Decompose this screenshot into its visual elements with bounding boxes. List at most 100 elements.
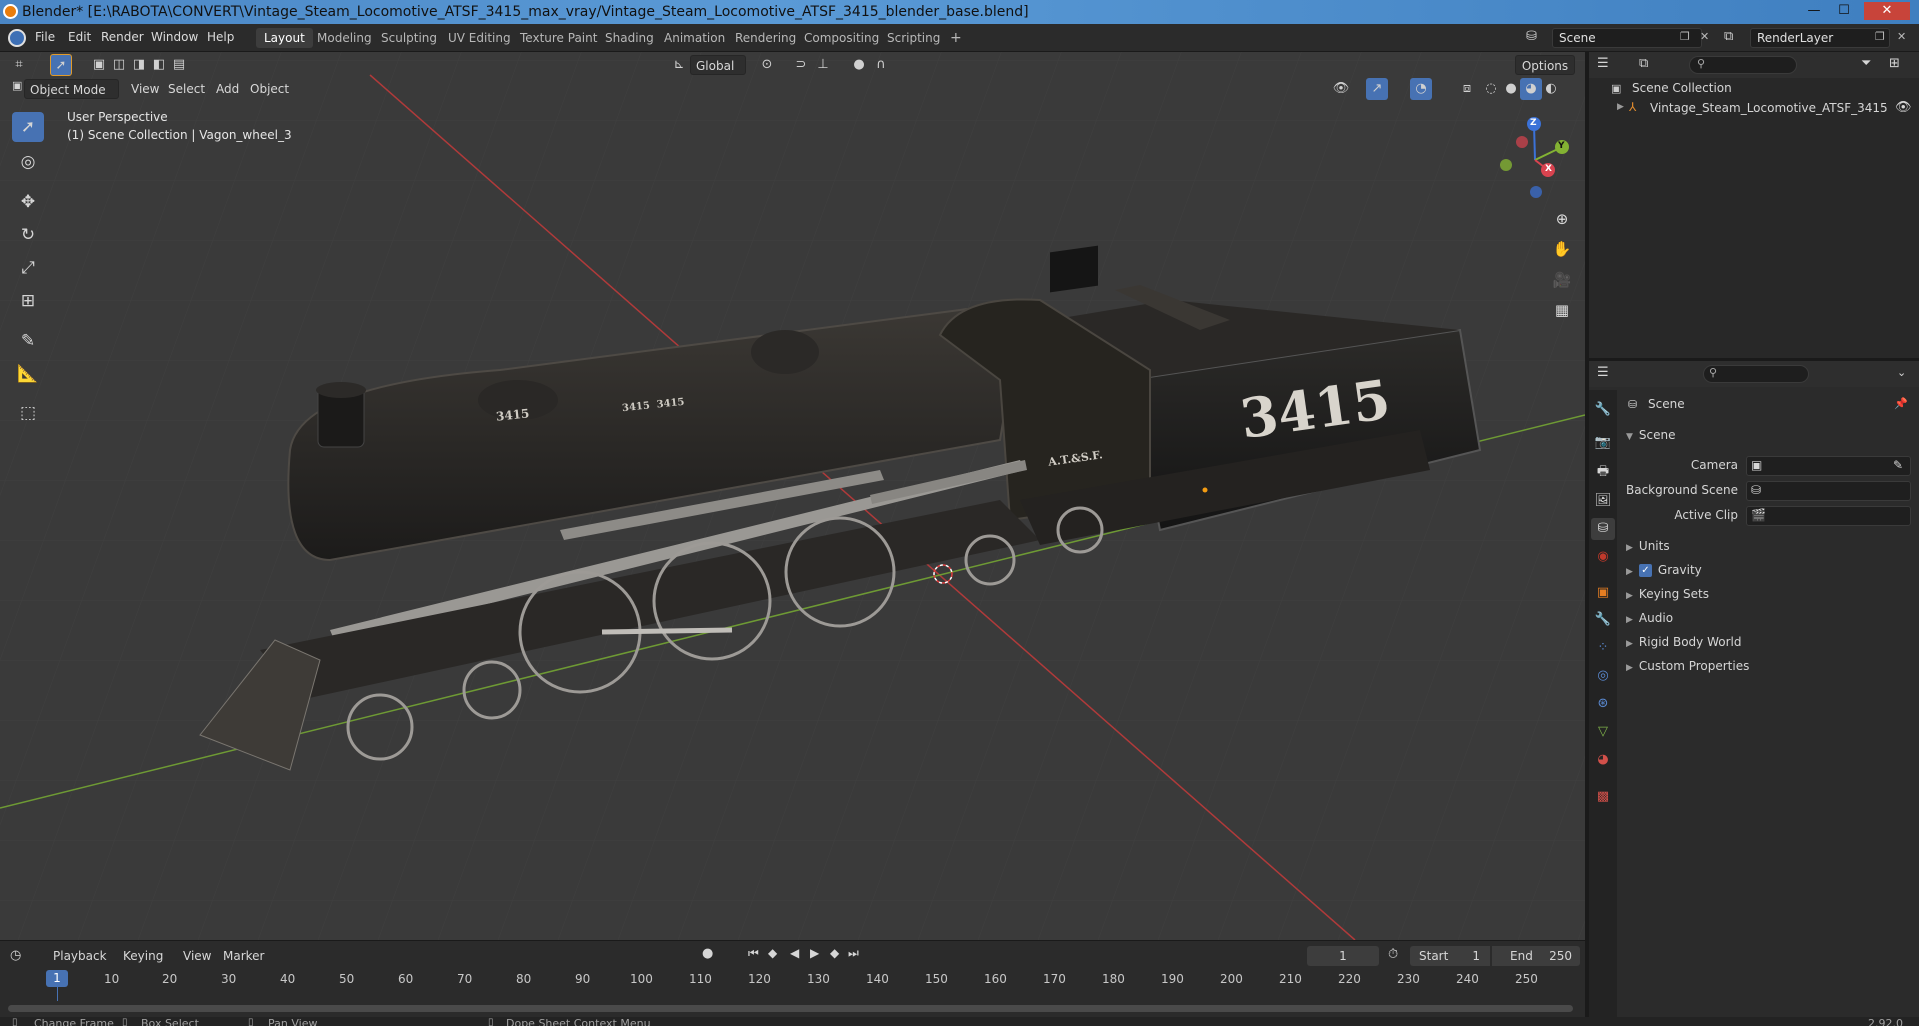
constraints-tab-icon[interactable]: ⊛ (1591, 693, 1615, 715)
menu-edit[interactable]: Edit (68, 30, 91, 44)
new-scene-icon[interactable]: ❐ (1680, 30, 1690, 43)
object-tab-icon[interactable]: ▣ (1591, 582, 1615, 604)
scale-tool-icon[interactable]: ⤢ (12, 253, 44, 283)
move-tool-icon[interactable]: ✥ (12, 187, 44, 217)
editor-type-icon[interactable]: ⌗ (8, 54, 30, 76)
jump-end-icon[interactable]: ⏭ (848, 946, 859, 961)
tab-sculpting[interactable]: Sculpting (373, 28, 445, 48)
current-frame-field[interactable]: 1 (1307, 946, 1379, 966)
transform-orientation-dropdown[interactable]: Global (690, 55, 746, 75)
scene-collection-label[interactable]: Scene Collection (1632, 81, 1732, 95)
tab-compositing[interactable]: Compositing (796, 28, 887, 48)
shading-solid-icon[interactable]: ● (1500, 78, 1522, 100)
tab-texture-paint[interactable]: Texture Paint (512, 28, 605, 48)
view-layer-icon[interactable]: ⧉ (1724, 29, 1733, 44)
proportional-edit-icon[interactable]: ● (848, 54, 870, 76)
shading-material-icon[interactable]: ◕ (1520, 78, 1542, 100)
menu-window[interactable]: Window (151, 30, 198, 44)
camera-view-icon[interactable]: 🎥 (1548, 266, 1576, 294)
options-dropdown[interactable]: Options (1515, 55, 1575, 75)
data-tab-icon[interactable]: ▽ (1591, 721, 1615, 743)
outliner-item[interactable]: Vintage_Steam_Locomotive_ATSF_3415 (1650, 101, 1888, 115)
rigid-body-world-panel[interactable]: ▶ Rigid Body World (1626, 635, 1741, 649)
tab-rendering[interactable]: Rendering (727, 28, 804, 48)
new-layer-icon[interactable]: ❐ (1875, 30, 1885, 43)
select-mode-invert-icon[interactable]: ◧ (148, 54, 170, 76)
chevron-down-icon[interactable]: ⌄ (1897, 366, 1906, 379)
render-tab-icon[interactable]: 📷 (1591, 432, 1615, 454)
keying-sets-panel[interactable]: ▶ Keying Sets (1626, 587, 1709, 601)
tab-shading[interactable]: Shading (597, 28, 662, 48)
active-clip-field[interactable]: 🎬 (1746, 506, 1911, 526)
object-mode-dropdown[interactable]: Object Mode (24, 79, 119, 99)
audio-panel[interactable]: ▶ Audio (1626, 611, 1673, 625)
outliner-search-input[interactable] (1689, 56, 1797, 74)
custom-properties-panel[interactable]: ▶ Custom Properties (1626, 659, 1749, 673)
renderlayer-field[interactable]: RenderLayer (1750, 28, 1890, 48)
add-workspace-button[interactable]: + (942, 28, 970, 48)
play-icon[interactable]: ▶ (810, 946, 819, 960)
camera-field[interactable]: ▣ ✎ (1746, 456, 1911, 476)
viewport-menu-add[interactable]: Add (211, 79, 244, 99)
properties-editor-type-icon[interactable]: ☰ (1597, 365, 1609, 380)
xray-icon[interactable]: ⧈ (1456, 78, 1478, 100)
end-frame-field[interactable]: End 250 (1492, 946, 1580, 966)
pivot-point-icon[interactable]: ⊙ (756, 54, 778, 76)
select-mode-extend-icon[interactable]: ◫ (108, 54, 130, 76)
viewport-menu-object[interactable]: Object (245, 79, 294, 99)
gravity-checkbox[interactable]: ✓ (1638, 564, 1652, 577)
viewport-menu-view[interactable]: View (126, 79, 164, 99)
particles-tab-icon[interactable]: ⁘ (1591, 637, 1615, 659)
tab-scripting[interactable]: Scripting (879, 28, 948, 48)
pan-view-hand-icon[interactable]: ✋ (1548, 235, 1576, 263)
timeline-view-menu[interactable]: View (178, 946, 216, 966)
blender-menu-icon[interactable] (8, 29, 26, 47)
rotate-tool-icon[interactable]: ↻ (12, 220, 44, 250)
select-box-tool-icon[interactable]: ➚ (12, 112, 44, 142)
gravity-panel[interactable]: ▶ ✓ Gravity (1626, 563, 1702, 577)
menu-render[interactable]: Render (101, 30, 144, 44)
menu-file[interactable]: File (35, 30, 55, 44)
annotate-tool-icon[interactable]: ✎ (12, 326, 44, 356)
next-keyframe-icon[interactable]: ◆ (830, 946, 839, 960)
measure-tool-icon[interactable]: 📐 (12, 359, 44, 389)
maximize-button[interactable]: ☐ (1832, 2, 1856, 20)
pin-icon[interactable]: 📌 (1894, 397, 1908, 410)
delete-layer-icon[interactable]: ✕ (1897, 30, 1906, 43)
new-collection-icon[interactable]: ⊞ (1889, 56, 1900, 71)
tool-tab-icon[interactable]: 🔧 (1591, 399, 1615, 421)
select-mode-new-icon[interactable]: ▣ (88, 54, 110, 76)
3d-viewport[interactable]: 3415 A.T.&S.F. 3415 3415 3415 User Persp… (0, 52, 1585, 940)
transform-orientation-icon[interactable]: ⊾ (668, 54, 690, 76)
zoom-view-icon[interactable]: ⊕ (1548, 205, 1576, 233)
area-divider[interactable] (1585, 52, 1589, 1017)
gizmo-toggle-icon[interactable]: ↗ (1366, 78, 1388, 100)
tab-modeling[interactable]: Modeling (309, 28, 380, 48)
select-mode-intersect-icon[interactable]: ▤ (168, 54, 190, 76)
stopwatch-icon[interactable]: ⏱ (1388, 947, 1398, 962)
ortho-grid-icon[interactable]: ▦ (1548, 296, 1576, 324)
background-scene-field[interactable]: ⛁ (1746, 481, 1911, 501)
playhead-frame[interactable]: 1 (46, 970, 68, 987)
outliner-editor-type-icon[interactable]: ☰ (1597, 56, 1609, 71)
shading-wireframe-icon[interactable]: ◌ (1480, 78, 1502, 100)
units-panel[interactable]: ▶ Units (1626, 539, 1670, 553)
material-tab-icon[interactable]: ◕ (1591, 749, 1615, 771)
jump-start-icon[interactable]: ⏮ (748, 946, 759, 961)
viewport-menu-select[interactable]: Select (163, 79, 210, 99)
physics-tab-icon[interactable]: ◎ (1591, 665, 1615, 687)
play-reverse-icon[interactable]: ◀ (790, 946, 799, 960)
select-tool-icon[interactable]: ➚ (50, 54, 72, 76)
playback-menu[interactable]: Playback (48, 946, 112, 966)
marker-menu[interactable]: Marker (218, 946, 269, 966)
shading-rendered-icon[interactable]: ◐ (1540, 78, 1562, 100)
display-mode-icon[interactable]: ⧉ (1639, 56, 1648, 71)
tab-uv-editing[interactable]: UV Editing (440, 28, 519, 48)
tab-layout[interactable]: Layout (256, 28, 313, 48)
prev-keyframe-icon[interactable]: ◆ (768, 946, 777, 960)
scene-selector-icon[interactable]: ⛁ (1526, 29, 1537, 44)
select-mode-subtract-icon[interactable]: ◨ (128, 54, 150, 76)
modifier-tab-icon[interactable]: 🔧 (1591, 609, 1615, 631)
tab-animation[interactable]: Animation (656, 28, 733, 48)
properties-search-input[interactable] (1703, 365, 1809, 383)
